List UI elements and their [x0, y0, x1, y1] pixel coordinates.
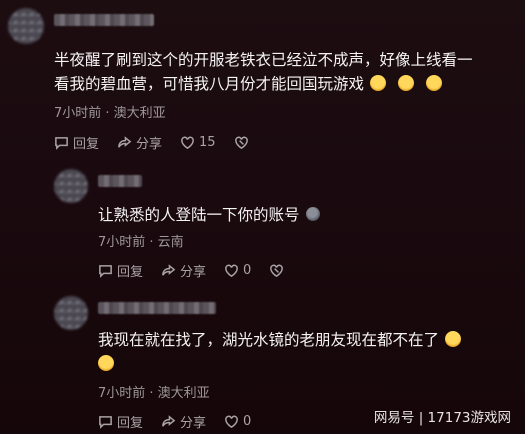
- heart-icon: [225, 264, 238, 277]
- comment-text: 让熟悉的人登陆一下你的账号: [98, 203, 320, 227]
- emoji-icon: [426, 75, 443, 91]
- dislike-button[interactable]: [269, 263, 284, 278]
- comment-meta: 7小时前 · 澳大利亚: [54, 106, 166, 121]
- comment-actions: 回复 分享 15: [54, 133, 267, 152]
- comment-actions: 回复 分享 0: [98, 412, 269, 431]
- share-button[interactable]: 分享: [117, 133, 162, 152]
- emoji-icon: [398, 75, 415, 91]
- emoji-icon: [370, 75, 387, 91]
- share-button[interactable]: 分享: [161, 261, 206, 280]
- share-button[interactable]: 分享: [161, 412, 206, 431]
- emoji-icon: [305, 207, 320, 221]
- reply-icon: [99, 265, 112, 278]
- like-button[interactable]: 0: [224, 414, 251, 429]
- avatar[interactable]: [54, 169, 88, 203]
- username-blurred[interactable]: [98, 302, 216, 314]
- reply-icon: [55, 137, 68, 150]
- reply-button[interactable]: 回复: [54, 133, 99, 152]
- comment-2: 让熟悉的人登陆一下你的账号 7小时前 · 云南 回复 分享 0: [0, 165, 525, 285]
- dislike-button[interactable]: [234, 135, 249, 150]
- reply-button[interactable]: 回复: [98, 261, 143, 280]
- comment-text: 半夜醒了刷到这个的开服老铁衣已经泣不成声，好像上线看一 看我的碧血营，可惜我八月…: [54, 51, 473, 93]
- comment-actions: 回复 分享 0: [98, 261, 302, 280]
- comment-meta: 7小时前 · 云南: [98, 235, 184, 250]
- reply-button[interactable]: 回复: [98, 412, 143, 431]
- watermark: 网易号 | 17173游戏网: [373, 410, 511, 426]
- share-icon: [118, 136, 132, 148]
- dislike-icon: [234, 136, 248, 149]
- heart-icon: [181, 136, 194, 149]
- heart-icon: [225, 415, 238, 428]
- emoji-icon: [98, 355, 114, 371]
- like-button[interactable]: 0: [224, 263, 251, 278]
- avatar[interactable]: [8, 8, 44, 44]
- like-button[interactable]: 15: [180, 135, 216, 150]
- comment-text: 我现在就在找了，湖光水镜的老朋友现在都不在了: [98, 328, 467, 376]
- reply-icon: [99, 416, 112, 429]
- dislike-icon: [270, 264, 284, 277]
- comment-1: 半夜醒了刷到这个的开服老铁衣已经泣不成声，好像上线看一 看我的碧血营，可惜我八月…: [0, 0, 525, 152]
- avatar[interactable]: [54, 296, 88, 330]
- share-icon: [162, 264, 176, 276]
- username-blurred[interactable]: [54, 14, 154, 26]
- emoji-icon: [445, 331, 462, 347]
- comment-meta: 7小时前 · 澳大利亚: [98, 386, 210, 401]
- username-blurred[interactable]: [98, 175, 142, 187]
- share-icon: [162, 415, 176, 427]
